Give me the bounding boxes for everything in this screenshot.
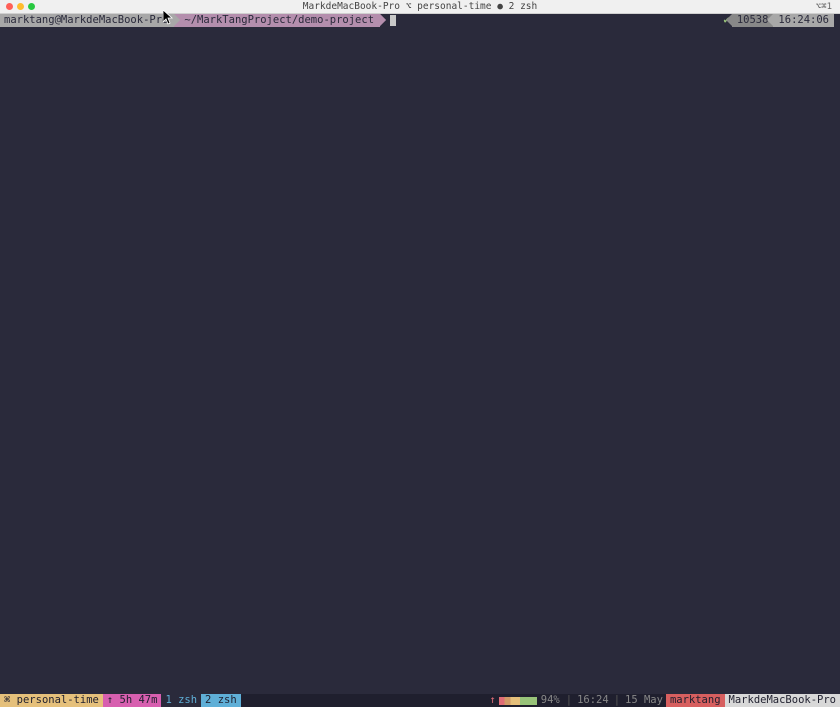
prompt-userhost-segment: marktang@MarkdeMacBook-Pro [0,14,174,27]
minimize-button[interactable] [17,3,24,10]
uptime-value: 5h 47m [120,694,158,706]
status-user: marktang [666,694,725,707]
status-window-1[interactable]: 1 zsh [161,694,201,707]
prompt-path-segment: ~/MarkTangProject/demo-project [174,14,380,27]
status-separator: | [564,694,574,707]
status-right: ↑ 94% | 16:24 | 15 May marktang MarkdeMa… [486,694,840,707]
session-name: personal-time [17,694,99,706]
close-button[interactable] [6,3,13,10]
status-hostname: MarkdeMacBook-Pro [725,694,840,707]
uptime-arrow-icon: ↑ [107,694,113,706]
prompt-right-status: ✔ 10538 16:24:06 [718,14,834,27]
prompt-time: 16:24:06 [773,14,834,27]
prompt-line: marktang@MarkdeMacBook-Pro ~/MarkTangPro… [0,14,840,27]
status-session-segment[interactable]: ⌘ personal-time [0,694,103,707]
status-clock: 16:24 [574,694,612,707]
session-prefix-icon: ⌘ [4,694,10,706]
status-date: 15 May [622,694,666,707]
terminal-area[interactable]: marktang@MarkdeMacBook-Pro ~/MarkTangPro… [0,14,840,707]
window-title: MarkdeMacBook-Pro ⌥ personal-time ● 2 zs… [303,1,538,12]
window-shortcut-indicator: ⌥⌘1 [816,2,832,12]
prompt-userhost: marktang@MarkdeMacBook-Pro [4,14,168,26]
maximize-button[interactable] [28,3,35,10]
status-separator: | [612,694,622,707]
network-up-icon: ↑ [486,694,498,707]
status-uptime-segment: ↑ 5h 47m [103,694,162,707]
status-window-2-active[interactable]: 2 zsh [201,694,241,707]
tmux-statusbar: ⌘ personal-time ↑ 5h 47m 1 zsh 2 zsh ↑ 9… [0,694,840,707]
window-titlebar: MarkdeMacBook-Pro ⌥ personal-time ● 2 zs… [0,0,840,14]
terminal-cursor [390,15,396,26]
battery-spectrum-icon [499,697,537,705]
traffic-lights [0,3,35,10]
prompt-path: ~/MarkTangProject/demo-project [184,14,374,26]
battery-percentage: 94% [537,694,564,707]
